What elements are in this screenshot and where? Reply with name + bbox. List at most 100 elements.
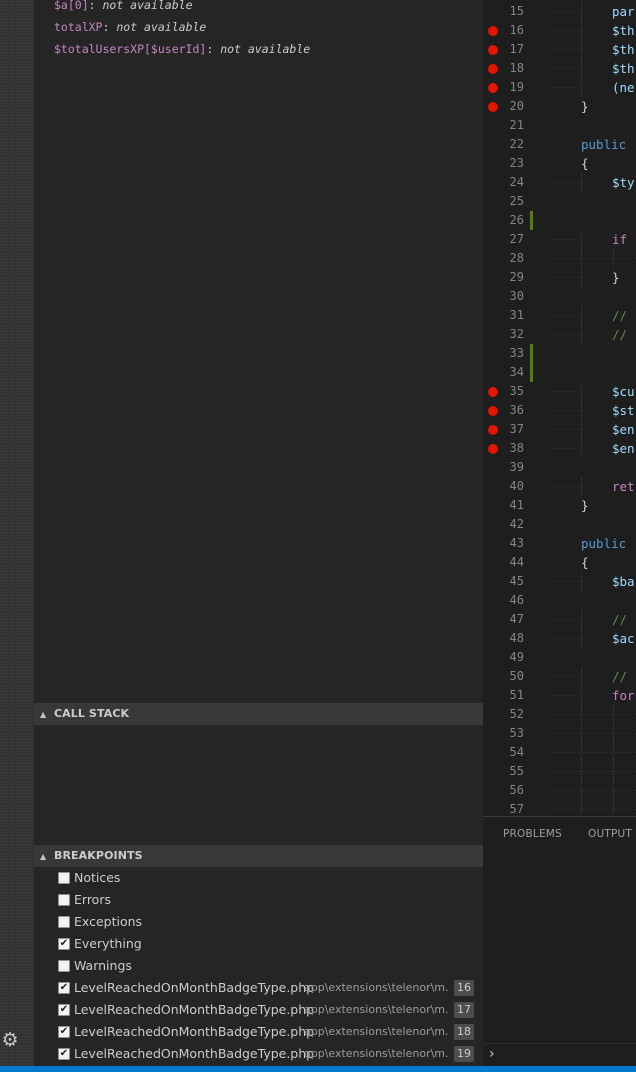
code-line[interactable]: 24 $ty xyxy=(483,173,636,192)
code-line[interactable]: 34 xyxy=(483,363,636,382)
line-number: 39 xyxy=(509,460,524,474)
code-line[interactable]: 16 $th xyxy=(483,21,636,40)
code-line[interactable]: 53 xyxy=(483,724,636,743)
status-bar xyxy=(0,1066,636,1072)
code-line[interactable]: 41} xyxy=(483,496,636,515)
code-line[interactable]: 15 par xyxy=(483,2,636,21)
indent-whitespace xyxy=(551,49,581,50)
code-line[interactable]: 30 xyxy=(483,287,636,306)
indent-guide xyxy=(613,743,614,762)
checkbox-checked-icon[interactable]: ✔ xyxy=(58,938,70,950)
breakpoint-path: app\extensions\telenor\m... xyxy=(304,1047,448,1060)
code-line[interactable]: 17 $th xyxy=(483,40,636,59)
variable-name: $a[0] xyxy=(54,0,89,12)
checkbox-unchecked-icon[interactable] xyxy=(58,872,70,884)
code-line[interactable]: 35 $cu xyxy=(483,382,636,401)
checkbox-unchecked-icon[interactable] xyxy=(58,894,70,906)
code-text: // xyxy=(612,308,628,323)
code-line[interactable]: 20} xyxy=(483,97,636,116)
breakpoint-item[interactable]: Warnings xyxy=(34,955,483,977)
breakpoint-item[interactable]: ✔ LevelReachedOnMonthBadgeType.php app\ext… xyxy=(34,1021,483,1043)
code-line[interactable]: 40 ret xyxy=(483,477,636,496)
code-line[interactable]: 46 xyxy=(483,591,636,610)
checkbox-unchecked-icon[interactable] xyxy=(58,916,70,928)
code-line[interactable]: 28 xyxy=(483,249,636,268)
code-line[interactable]: 51 for xyxy=(483,686,636,705)
line-number: 32 xyxy=(509,327,524,341)
checkbox-checked-icon[interactable]: ✔ xyxy=(58,1004,70,1016)
call-stack-header[interactable]: ▲ CALL STACK xyxy=(34,703,483,725)
indent-guide xyxy=(581,439,582,458)
breakpoints-header[interactable]: ▲ BREAKPOINTS xyxy=(34,845,483,867)
breakpoint-item[interactable]: Errors xyxy=(34,889,483,911)
indent-guide xyxy=(613,762,614,781)
indent-guide xyxy=(581,724,582,743)
breakpoint-label: Everything xyxy=(74,936,142,951)
code-line[interactable]: 57 xyxy=(483,800,636,816)
code-line[interactable]: 26 xyxy=(483,211,636,230)
code-line[interactable]: 22 public xyxy=(483,135,636,154)
code-line[interactable]: 43 public xyxy=(483,534,636,553)
breakpoint-item[interactable]: ✔ LevelReachedOnMonthBadgeType.php app\ext… xyxy=(34,999,483,1021)
code-text: $ba xyxy=(612,574,635,589)
code-text: public xyxy=(581,137,627,152)
code-line[interactable]: 36 $st xyxy=(483,401,636,420)
checkbox-checked-icon[interactable]: ✔ xyxy=(58,982,70,994)
line-number: 16 xyxy=(509,23,524,37)
code-line[interactable]: 42 xyxy=(483,515,636,534)
code-text: public xyxy=(581,536,627,551)
breakpoints-title: BREAKPOINTS xyxy=(54,849,143,862)
tab-output[interactable]: OUTPUT xyxy=(588,828,632,840)
code-line[interactable]: 45 $ba xyxy=(483,572,636,591)
line-number: 15 xyxy=(509,4,524,18)
checkbox-checked-icon[interactable]: ✔ xyxy=(58,1048,70,1060)
code-line[interactable]: 52 xyxy=(483,705,636,724)
code-line[interactable]: 27 if xyxy=(483,230,636,249)
debug-console-prompt[interactable]: › xyxy=(489,1046,495,1062)
code-line[interactable]: 56 xyxy=(483,781,636,800)
breakpoint-item[interactable]: Exceptions xyxy=(34,911,483,933)
code-line[interactable]: 49 xyxy=(483,648,636,667)
code-line[interactable]: 33 xyxy=(483,344,636,363)
checkbox-checked-icon[interactable]: ✔ xyxy=(58,1026,70,1038)
variable-row[interactable]: totalXP: not available xyxy=(54,16,206,38)
line-number: 27 xyxy=(509,232,524,246)
indent-whitespace xyxy=(551,676,581,677)
breakpoint-label: Warnings xyxy=(74,958,132,973)
line-number: 56 xyxy=(509,783,524,797)
code-line[interactable]: 55 xyxy=(483,762,636,781)
code-line[interactable]: 23 { xyxy=(483,154,636,173)
code-line[interactable]: 39 xyxy=(483,458,636,477)
checkbox-unchecked-icon[interactable] xyxy=(58,960,70,972)
code-line[interactable]: 37 $en xyxy=(483,420,636,439)
code-line[interactable]: 18 $th xyxy=(483,59,636,78)
code-line[interactable]: 44 { xyxy=(483,553,636,572)
code-line[interactable]: 54 xyxy=(483,743,636,762)
code-editor[interactable]: 15 par 16 $th 17 $th 18 $th 19 (ne 20} 21 22 public 23… xyxy=(483,0,636,816)
code-line[interactable]: 32 // xyxy=(483,325,636,344)
variable-row[interactable]: $totalUsersXP[$userId]: not available xyxy=(54,38,310,60)
code-line[interactable]: 48 $ac xyxy=(483,629,636,648)
line-number: 25 xyxy=(509,194,524,208)
code-line[interactable]: 29} xyxy=(483,268,636,287)
code-line[interactable]: 50 // xyxy=(483,667,636,686)
indent-guide xyxy=(613,705,614,724)
tab-problems[interactable]: PROBLEMS xyxy=(503,828,562,840)
indent-guide xyxy=(581,743,582,762)
code-line[interactable]: 31 // xyxy=(483,306,636,325)
indent-whitespace xyxy=(551,258,636,259)
code-line[interactable]: 19 (ne xyxy=(483,78,636,97)
gear-icon[interactable]: ⚙ xyxy=(0,1028,20,1052)
line-number: 42 xyxy=(509,517,524,531)
breakpoint-item[interactable]: ✔ LevelReachedOnMonthBadgeType.php app\ext… xyxy=(34,1043,483,1065)
code-line[interactable]: 38 $en xyxy=(483,439,636,458)
breakpoint-item[interactable]: ✔ LevelReachedOnMonthBadgeType.php app\ext… xyxy=(34,977,483,999)
code-line[interactable]: 21 xyxy=(483,116,636,135)
breakpoint-label: Notices xyxy=(74,870,121,885)
breakpoint-item[interactable]: Notices xyxy=(34,867,483,889)
code-line[interactable]: 25 xyxy=(483,192,636,211)
breakpoint-item[interactable]: ✔ Everything xyxy=(34,933,483,955)
code-text: $en xyxy=(612,422,635,437)
code-line[interactable]: 47 // xyxy=(483,610,636,629)
variable-row[interactable]: $a[0]: not available xyxy=(54,0,193,16)
